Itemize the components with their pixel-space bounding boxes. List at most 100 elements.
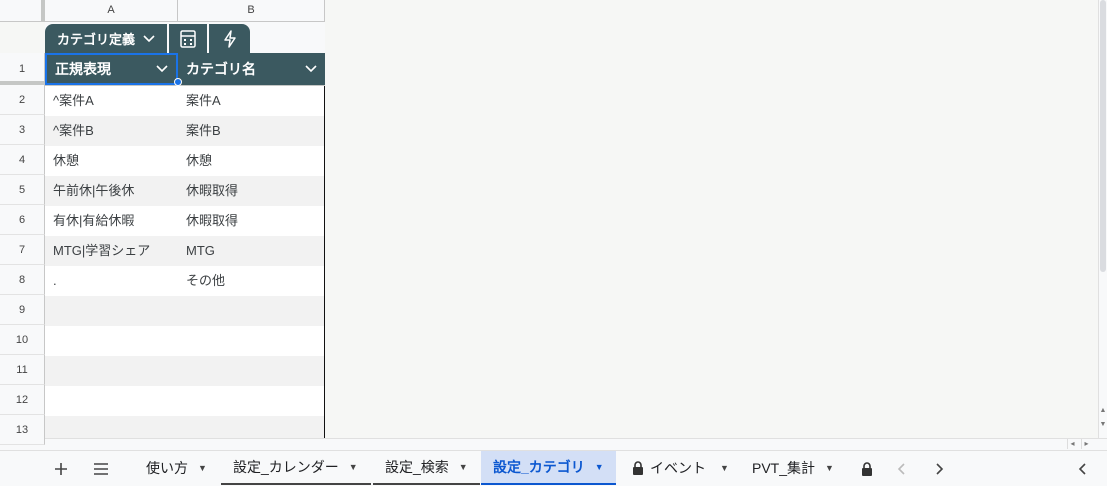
- cell-category[interactable]: その他: [178, 266, 325, 296]
- row-header[interactable]: 4: [0, 145, 45, 175]
- table-row: ^案件A 案件A: [45, 86, 324, 116]
- tab-label: PVT_集計: [752, 460, 816, 476]
- scroll-right-arrow-icon[interactable]: ▸: [1081, 439, 1091, 449]
- menu-icon: [94, 463, 108, 475]
- calculator-button[interactable]: [169, 24, 207, 53]
- cell-regex[interactable]: [45, 356, 178, 386]
- vertical-scrollbar[interactable]: ▲ ▼: [1098, 0, 1107, 438]
- tab-locked-partial[interactable]: [856, 451, 878, 486]
- spreadsheet-grid[interactable]: A B カテゴリ定義 1 2 3 4 5 6 7 8 9 10 11 12 13…: [0, 0, 1107, 445]
- tab-usage[interactable]: 使い方 ▼: [134, 451, 219, 485]
- chevron-down-icon[interactable]: [156, 65, 168, 73]
- scroll-down-arrow-icon[interactable]: ▼: [1099, 420, 1107, 430]
- caret-down-icon[interactable]: ▼: [198, 463, 207, 473]
- cell-category[interactable]: [178, 296, 325, 326]
- caret-down-icon[interactable]: ▼: [720, 463, 729, 473]
- tab-event[interactable]: イベント ▼: [620, 451, 741, 485]
- chevron-right-icon: [936, 463, 944, 475]
- table-row: MTG|学習シェア MTG: [45, 236, 324, 266]
- column-header-b[interactable]: B: [178, 0, 325, 22]
- cell-category[interactable]: MTG: [178, 236, 325, 266]
- row-header[interactable]: 1: [0, 53, 45, 85]
- plus-icon: [55, 463, 67, 475]
- table-header-label: 正規表現: [55, 61, 111, 77]
- table-body: ^案件A 案件A ^案件B 案件B 休憩 休憩 午前休|午後休 休暇取得 有休|…: [45, 86, 325, 438]
- column-header-a[interactable]: A: [45, 0, 178, 22]
- cell-regex[interactable]: 有休|有給休暇: [45, 206, 178, 236]
- cell-regex[interactable]: ^案件B: [45, 116, 178, 146]
- all-sheets-button[interactable]: [86, 451, 116, 486]
- scroll-tabs-left-button[interactable]: [883, 451, 919, 486]
- caret-down-icon[interactable]: ▼: [459, 462, 468, 472]
- table-row: [45, 416, 324, 438]
- cell-regex[interactable]: MTG|学習シェア: [45, 236, 178, 266]
- caret-down-icon[interactable]: ▼: [825, 463, 834, 473]
- table-header-regex[interactable]: 正規表現: [45, 53, 178, 85]
- table-row: [45, 386, 324, 416]
- horizontal-scrollbar[interactable]: ◂ ▸: [45, 438, 1107, 449]
- lock-icon: [861, 462, 873, 476]
- selection-handle[interactable]: [174, 78, 182, 86]
- cell-category[interactable]: [178, 326, 325, 356]
- table-name: カテゴリ定義: [56, 32, 135, 47]
- cell-category[interactable]: 案件A: [178, 86, 325, 116]
- tab-label: 使い方: [146, 460, 188, 476]
- table-header-label: カテゴリ名: [186, 61, 256, 77]
- select-all-corner[interactable]: [0, 0, 45, 22]
- table-row: 有休|有給休暇 休暇取得: [45, 206, 324, 236]
- automation-button[interactable]: [209, 24, 250, 53]
- row-header[interactable]: 12: [0, 385, 45, 415]
- chevron-down-icon: [143, 34, 155, 42]
- sheet-tab-bar: 使い方 ▼ 設定_カレンダー ▼ 設定_検索 ▼ 設定_カテゴリ ▼ イベント …: [0, 450, 1107, 486]
- row-header[interactable]: 2: [0, 85, 45, 115]
- caret-down-icon[interactable]: ▼: [349, 462, 358, 472]
- cell-regex[interactable]: 午前休|午後休: [45, 176, 178, 206]
- tab-label: イベント: [650, 460, 706, 476]
- tab-label: 設定_カレンダー: [233, 459, 339, 475]
- tab-pvt-summary[interactable]: PVT_集計 ▼: [740, 451, 846, 485]
- row-header[interactable]: 10: [0, 325, 45, 355]
- scroll-tabs-right-button[interactable]: [922, 451, 958, 486]
- row-header[interactable]: 8: [0, 265, 45, 295]
- cell-regex[interactable]: [45, 296, 178, 326]
- table-header-category[interactable]: カテゴリ名: [178, 53, 325, 85]
- table-row: 午前休|午後休 休暇取得: [45, 176, 324, 206]
- collapse-sidebar-button[interactable]: [1064, 451, 1100, 486]
- cell-category[interactable]: 案件B: [178, 116, 325, 146]
- tab-settings-search[interactable]: 設定_検索 ▼: [373, 451, 480, 485]
- chevron-left-icon: [897, 463, 905, 475]
- row-header[interactable]: 5: [0, 175, 45, 205]
- table-row: . その他: [45, 266, 324, 296]
- row-header[interactable]: 11: [0, 355, 45, 385]
- cell-category[interactable]: 休暇取得: [178, 176, 325, 206]
- cell-regex[interactable]: 休憩: [45, 146, 178, 176]
- tab-settings-category[interactable]: 設定_カテゴリ ▼: [481, 451, 616, 485]
- tab-label: 設定_カテゴリ: [493, 459, 585, 475]
- row-header[interactable]: 13: [0, 415, 45, 445]
- cell-regex[interactable]: .: [45, 266, 178, 296]
- cell-regex[interactable]: [45, 386, 178, 416]
- vertical-scroll-thumb[interactable]: [1100, 0, 1106, 272]
- table-toolbar: カテゴリ定義: [45, 22, 325, 53]
- row-header[interactable]: 6: [0, 205, 45, 235]
- row-header[interactable]: 7: [0, 235, 45, 265]
- cell-regex[interactable]: ^案件A: [45, 86, 178, 116]
- scroll-up-arrow-icon[interactable]: ▲: [1099, 406, 1107, 416]
- chevron-down-icon[interactable]: [305, 65, 317, 73]
- table-name-chip[interactable]: カテゴリ定義: [45, 24, 167, 53]
- tab-settings-calendar[interactable]: 設定_カレンダー ▼: [221, 451, 371, 485]
- cell-category[interactable]: 休暇取得: [178, 206, 325, 236]
- cell-category[interactable]: 休憩: [178, 146, 325, 176]
- table-header-row: 正規表現 カテゴリ名: [45, 53, 325, 85]
- scroll-left-arrow-icon[interactable]: ◂: [1067, 439, 1077, 449]
- cell-category[interactable]: [178, 356, 325, 386]
- row-header[interactable]: 3: [0, 115, 45, 145]
- lock-icon: [632, 461, 644, 475]
- caret-down-icon[interactable]: ▼: [595, 462, 604, 472]
- lightning-icon: [223, 29, 236, 48]
- cell-category[interactable]: [178, 386, 325, 416]
- row-header[interactable]: 9: [0, 295, 45, 325]
- table-row: [45, 326, 324, 356]
- add-sheet-button[interactable]: [46, 451, 76, 486]
- cell-regex[interactable]: [45, 326, 178, 356]
